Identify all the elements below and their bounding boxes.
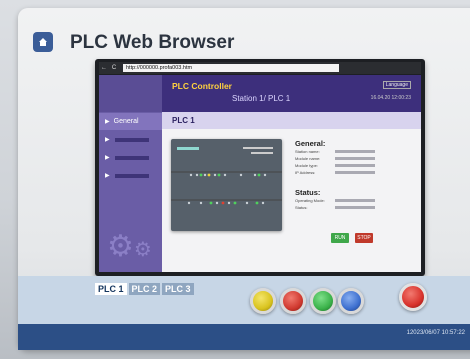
browser-toolbar: ← C http://000000.profa003.htm <box>99 62 421 74</box>
green-knob[interactable] <box>310 288 336 314</box>
reload-icon[interactable]: C <box>109 65 119 71</box>
sidebar-item-4[interactable]: ▶ <box>99 167 162 184</box>
status-label: Status: <box>295 205 308 210</box>
plc-device-image <box>171 139 282 231</box>
sidebar-item-general[interactable]: ▶ General <box>99 113 162 130</box>
header-timestamp: 16.04.20 12:00:23 <box>370 95 411 101</box>
address-bar[interactable]: http://000000.profa003.htm <box>123 64 339 72</box>
module-type-label: Module type: <box>295 163 318 168</box>
station-name-label: Station name: <box>295 149 320 154</box>
sidebar-item-label: General <box>113 118 139 125</box>
web-page: ▶ General ▶ ▶ ▶ ⚙⚙ PLC Controller Statio… <box>99 75 421 272</box>
status-heading: Status: <box>295 188 321 197</box>
ip-address-label: IP Address: <box>295 170 316 175</box>
blue-knob[interactable] <box>338 288 364 314</box>
general-heading: General: <box>295 139 326 148</box>
app-title: PLC Web Browser <box>70 32 235 53</box>
emergency-stop-button[interactable] <box>399 283 427 311</box>
yellow-knob[interactable] <box>250 288 276 314</box>
status-bar: 12023/06/07 10:57:22 <box>18 324 470 350</box>
sidebar: ▶ General ▶ ▶ ▶ ⚙⚙ <box>99 75 162 272</box>
page-header: PLC Controller Station 1/ PLC 1 Language… <box>162 75 421 112</box>
station-label: Station 1/ PLC 1 <box>232 94 291 103</box>
sidebar-item-2[interactable]: ▶ <box>99 131 162 148</box>
gears-icon: ⚙⚙ <box>107 230 152 263</box>
sidebar-item-3[interactable]: ▶ <box>99 149 162 166</box>
run-button[interactable]: RUN <box>331 233 349 243</box>
back-icon[interactable]: ← <box>99 65 109 71</box>
stop-button[interactable]: STOP <box>355 233 373 243</box>
footer-timestamp: 12023/06/07 10:57:22 <box>406 330 465 336</box>
info-panel: General: Station name: Module name: Modu… <box>295 139 395 211</box>
section-title: PLC 1 <box>162 112 421 129</box>
tab-plc-2[interactable]: PLC 2 <box>128 283 161 295</box>
tab-plc-1[interactable]: PLC 1 <box>95 283 127 295</box>
tab-plc-3[interactable]: PLC 3 <box>162 283 194 295</box>
browser-monitor: ← C http://000000.profa003.htm ▶ General… <box>95 59 425 276</box>
operating-mode-label: Operating Mode: <box>295 198 325 203</box>
module-name-label: Module name: <box>295 156 321 161</box>
red-knob[interactable] <box>280 288 306 314</box>
home-button[interactable] <box>33 32 53 52</box>
plc-tabs: PLC 1 PLC 2 PLC 3 <box>95 283 196 295</box>
language-select[interactable]: Language <box>382 81 411 89</box>
page-title: PLC Controller <box>172 81 232 91</box>
home-icon <box>39 38 47 46</box>
